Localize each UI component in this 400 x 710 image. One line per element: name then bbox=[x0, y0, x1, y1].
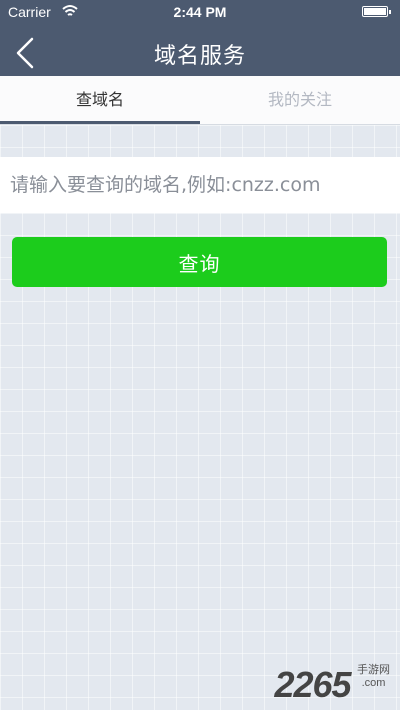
app-header: Carrier 2:44 PM 域名服务 bbox=[0, 0, 400, 76]
tab-my-follows[interactable]: 我的关注 bbox=[200, 76, 400, 124]
query-button[interactable]: 查询 bbox=[12, 237, 387, 287]
tab-bar: 查域名 我的关注 bbox=[0, 76, 400, 125]
status-time: 2:44 PM bbox=[173, 4, 227, 20]
watermark-side: 手游网 .com bbox=[357, 664, 390, 690]
status-bar: Carrier 2:44 PM bbox=[0, 0, 400, 24]
domain-search-input[interactable] bbox=[0, 157, 400, 213]
page-title: 域名服务 bbox=[153, 44, 246, 69]
watermark-domain: .com bbox=[361, 677, 386, 689]
watermark-logo: 2265 手游网 .com bbox=[274, 664, 390, 705]
tab-domain-lookup[interactable]: 查域名 bbox=[0, 76, 200, 124]
main-content: 查询 bbox=[0, 125, 400, 710]
watermark-brand: 2265 bbox=[274, 664, 351, 705]
battery-icon bbox=[362, 6, 391, 17]
watermark-cn: 手游网 bbox=[357, 664, 390, 676]
